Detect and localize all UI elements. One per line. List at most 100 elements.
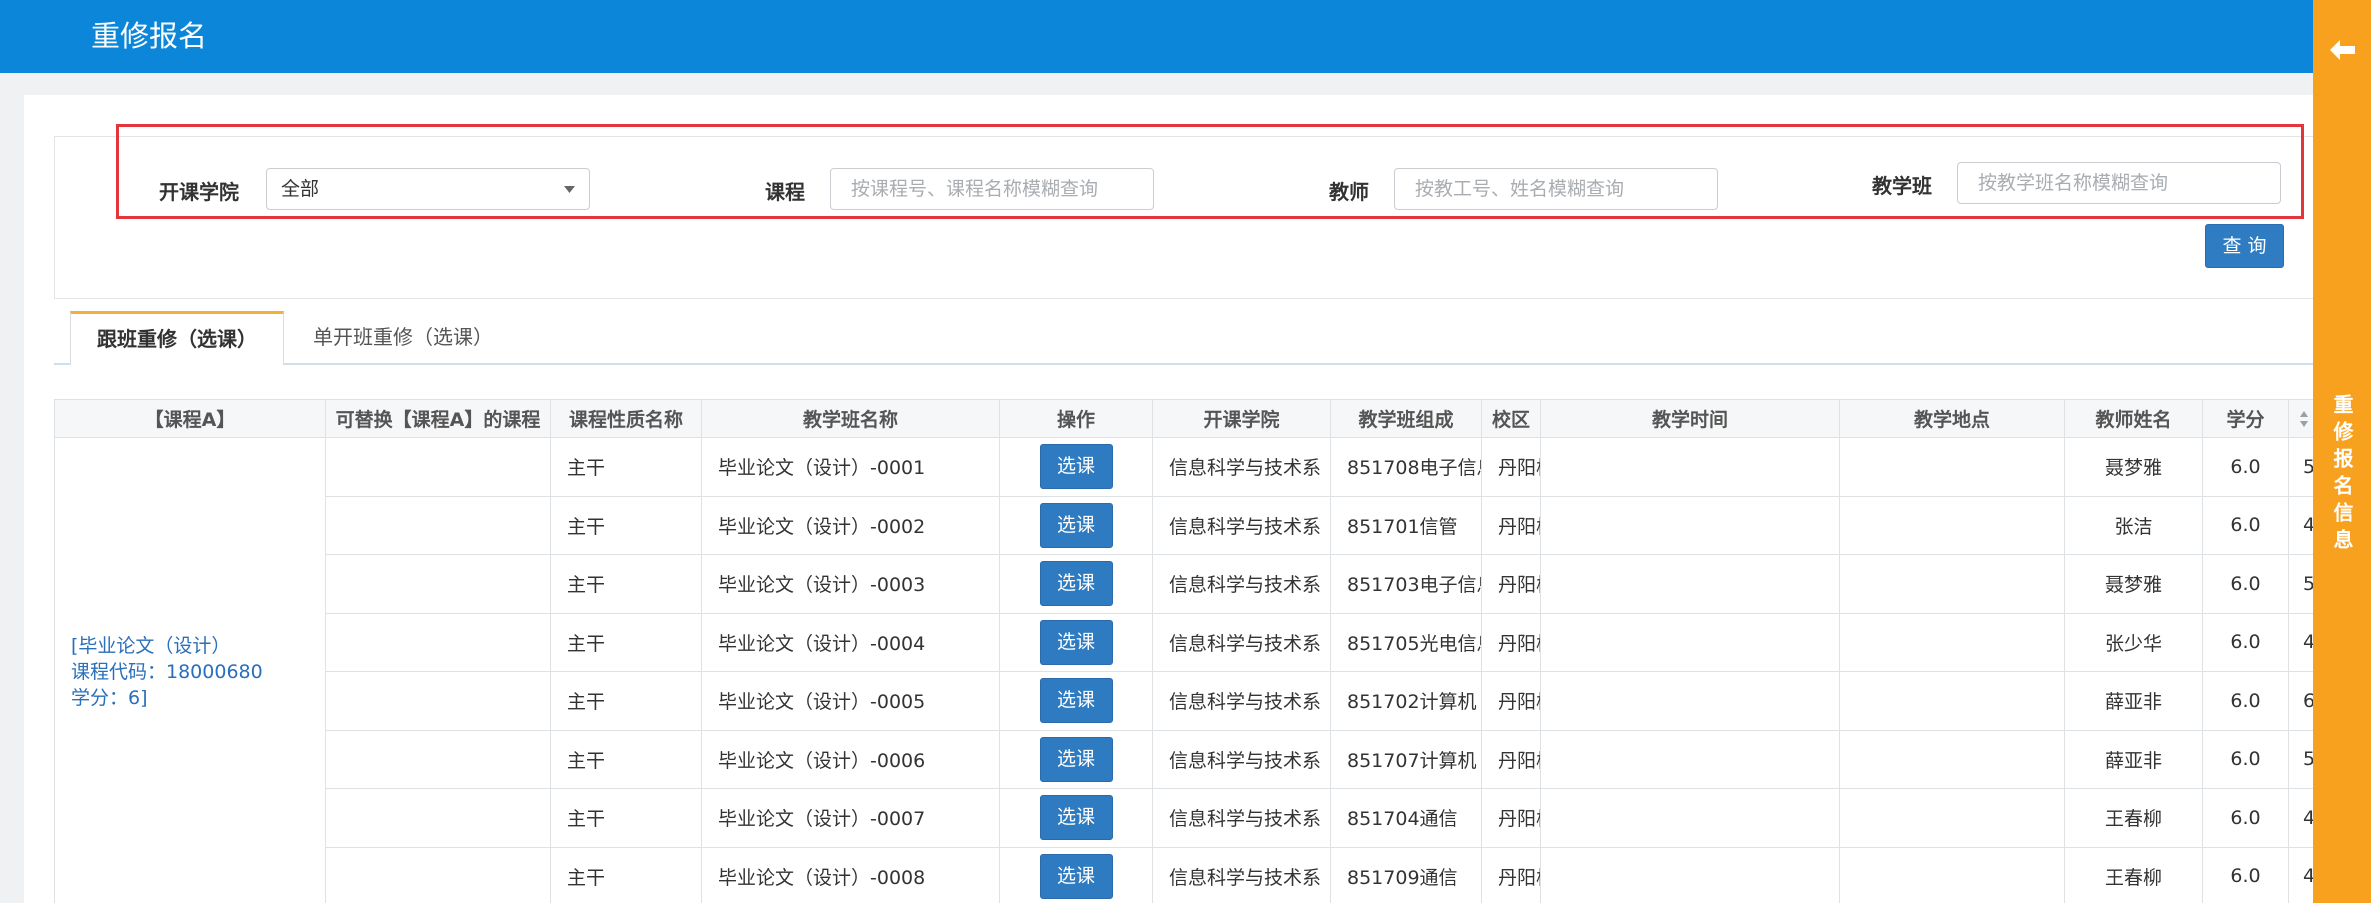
teacher-name-cell: 聂梦雅 <box>2064 554 2203 614</box>
select-course-button[interactable]: 选课 <box>1039 678 1113 724</box>
col-header-course-a: 【课程A】 <box>54 399 326 438</box>
table-row: 主干毕业论文（设计）-0003 选课信息科学与技术系851703电子信息丹阳校 聂梦… <box>55 554 2313 614</box>
select-course-button[interactable]: 选课 <box>1039 502 1113 548</box>
chevron-down-icon[interactable] <box>564 186 575 193</box>
course-search-input[interactable] <box>830 168 1154 210</box>
class-composition-cell: 851703电子信息 <box>1330 554 1482 614</box>
credit-cell: 6.0 <box>2202 495 2289 555</box>
replaceable-course-cell <box>325 729 551 789</box>
extra-cell: 5 <box>2288 729 2313 789</box>
credit-cell: 6.0 <box>2202 671 2289 731</box>
college-cell: 信息科学与技术系 <box>1152 788 1331 848</box>
college-cell: 信息科学与技术系 <box>1152 671 1331 731</box>
arrow-left-icon[interactable] <box>2330 40 2355 60</box>
course-nature-cell: 主干 <box>550 612 702 672</box>
teacher-name-cell: 王春柳 <box>2064 788 2203 848</box>
class-composition-cell: 851709通信 <box>1330 846 1482 903</box>
action-cell: 选课 <box>999 671 1153 731</box>
side-panel-label[interactable]: 重修报名信息 <box>2330 394 2354 556</box>
class-composition-cell: 851708电子信息 <box>1330 437 1482 497</box>
credit-cell: 6.0 <box>2202 612 2289 672</box>
teaching-place-cell <box>1839 554 2065 614</box>
course-table: 【课程A】 可替换【课程A】的课程 课程性质名称 教学班名称 操作 开课学院 教… <box>54 399 2313 903</box>
retake-info-side-panel-toggle[interactable]: 重修报名信息 <box>2313 0 2371 903</box>
extra-cell: 6 <box>2288 671 2313 731</box>
teaching-place-cell <box>1839 671 2065 731</box>
campus-cell: 丹阳校 <box>1481 729 1541 789</box>
query-button[interactable]: 查 询 <box>2205 224 2284 268</box>
college-cell: 信息科学与技术系 <box>1152 612 1331 672</box>
teaching-time-cell <box>1540 612 1840 672</box>
select-course-button[interactable]: 选课 <box>1039 853 1113 899</box>
course-nature-cell: 主干 <box>550 437 702 497</box>
col-header-credit: 学分 <box>2202 399 2289 438</box>
teaching-time-cell <box>1540 554 1840 614</box>
teaching-place-cell <box>1839 612 2065 672</box>
table-row: 主干毕业论文（设计）-0004 选课信息科学与技术系851705光电信息丹阳校 张少… <box>55 612 2313 672</box>
teaching-place-cell <box>1839 788 2065 848</box>
course-a-line1[interactable]: [毕业论文（设计） <box>71 633 325 659</box>
class-composition-cell: 851702计算机 <box>1330 671 1482 731</box>
action-cell: 选课 <box>999 437 1153 497</box>
teaching-time-cell <box>1540 846 1840 903</box>
college-cell: 信息科学与技术系 <box>1152 437 1331 497</box>
extra-cell: 4 <box>2288 788 2313 848</box>
col-header-replaceable-course: 可替换【课程A】的课程 <box>325 399 551 438</box>
class-composition-cell: 851701信管 <box>1330 495 1482 555</box>
extra-cell: 4 <box>2288 495 2313 555</box>
teacher-search-input[interactable] <box>1394 168 1718 210</box>
course-a-line3[interactable]: 学分：6] <box>71 685 325 711</box>
action-cell: 选课 <box>999 788 1153 848</box>
replaceable-course-cell <box>325 788 551 848</box>
teacher-name-cell: 薛亚非 <box>2064 671 2203 731</box>
college-cell: 信息科学与技术系 <box>1152 554 1331 614</box>
tab-follow-class-retake[interactable]: 跟班重修（选课） <box>70 311 284 365</box>
teacher-name-cell: 薛亚非 <box>2064 729 2203 789</box>
course-nature-cell: 主干 <box>550 495 702 555</box>
college-filter-label: 开课学院 <box>159 180 239 204</box>
select-course-button[interactable]: 选课 <box>1039 795 1113 841</box>
class-filter-label: 教学班 <box>1872 174 1932 198</box>
table-row: 主干毕业论文（设计）-0008 选课信息科学与技术系851709通信丹阳校 王春柳6… <box>55 846 2313 903</box>
select-course-button[interactable]: 选课 <box>1039 736 1113 782</box>
select-course-button[interactable]: 选课 <box>1039 444 1113 490</box>
sort-arrows-icon[interactable] <box>2299 410 2309 428</box>
college-select[interactable]: 全部 <box>266 168 590 210</box>
extra-cell: 4 <box>2288 846 2313 903</box>
top-header-bar: 重修报名 <box>0 0 2313 73</box>
page: 重修报名 重修报名信息 开课学院 全部 课程 教师 教学班 查 询 跟班重修（选… <box>0 0 2371 903</box>
tab-separate-class-retake[interactable]: 单开班重修（选课） <box>313 311 493 363</box>
course-nature-cell: 主干 <box>550 729 702 789</box>
teaching-time-cell <box>1540 437 1840 497</box>
teaching-time-cell <box>1540 495 1840 555</box>
select-course-button[interactable]: 选课 <box>1039 561 1113 607</box>
class-search-input[interactable] <box>1957 162 2281 204</box>
class-name-cell: 毕业论文（设计）-0007 <box>701 788 1000 848</box>
teaching-place-cell <box>1839 729 2065 789</box>
course-a-line2[interactable]: 课程代码：18000680 <box>71 659 325 685</box>
col-header-teaching-time: 教学时间 <box>1540 399 1840 438</box>
action-cell: 选课 <box>999 729 1153 789</box>
campus-cell: 丹阳校 <box>1481 671 1541 731</box>
tab-bar: 跟班重修（选课） 单开班重修（选课） <box>54 311 2313 365</box>
extra-cell: 5 <box>2288 437 2313 497</box>
class-name-cell: 毕业论文（设计）-0008 <box>701 846 1000 903</box>
table-row: 主干毕业论文（设计）-0007 选课信息科学与技术系851704通信丹阳校 王春柳6… <box>55 788 2313 848</box>
course-table-wrapper: 【课程A】 可替换【课程A】的课程 课程性质名称 教学班名称 操作 开课学院 教… <box>54 399 2313 903</box>
col-header-course-nature: 课程性质名称 <box>550 399 702 438</box>
teaching-time-cell <box>1540 729 1840 789</box>
credit-cell: 6.0 <box>2202 846 2289 903</box>
table-row: 主干毕业论文（设计）-0005 选课信息科学与技术系851702计算机丹阳校 薛亚非… <box>55 671 2313 731</box>
teaching-place-cell <box>1839 846 2065 903</box>
replaceable-course-cell <box>325 671 551 731</box>
class-name-cell: 毕业论文（设计）-0001 <box>701 437 1000 497</box>
campus-cell: 丹阳校 <box>1481 846 1541 903</box>
table-body: [毕业论文（设计） 课程代码：18000680 学分：6] 主干 毕业论文（设计）-00… <box>54 437 2313 903</box>
class-name-cell: 毕业论文（设计）-0003 <box>701 554 1000 614</box>
college-cell: 信息科学与技术系 <box>1152 846 1331 903</box>
course-nature-cell: 主干 <box>550 788 702 848</box>
replaceable-course-cell <box>325 437 551 497</box>
select-course-button[interactable]: 选课 <box>1039 619 1113 665</box>
campus-cell: 丹阳校 <box>1481 495 1541 555</box>
class-name-cell: 毕业论文（设计）-0006 <box>701 729 1000 789</box>
